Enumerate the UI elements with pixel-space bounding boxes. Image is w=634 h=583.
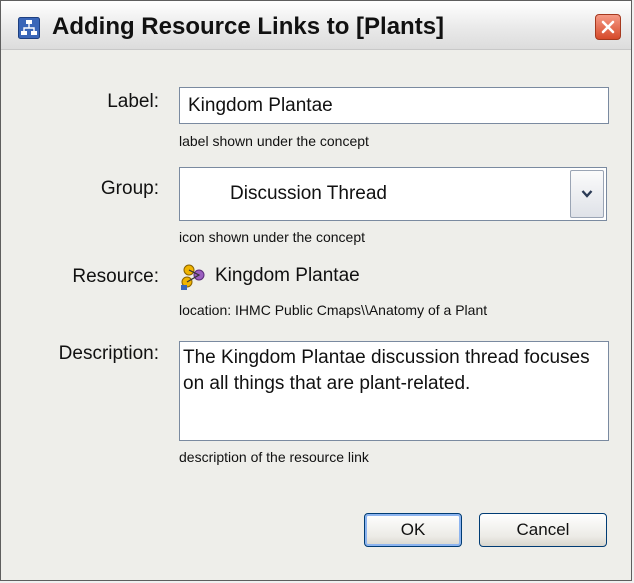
resource-name: Kingdom Plantae	[215, 265, 360, 286]
group-dropdown-button[interactable]	[570, 170, 604, 218]
cmap-app-icon	[18, 17, 40, 39]
close-icon	[601, 20, 615, 34]
close-button[interactable]	[595, 14, 621, 40]
resource-caption: Resource:	[72, 266, 159, 287]
group-hint: icon shown under the concept	[179, 229, 366, 245]
description-textarea[interactable]: The Kingdom Plantae discussion thread fo…	[179, 341, 609, 441]
cancel-button[interactable]: Cancel	[479, 513, 607, 547]
group-caption: Group:	[100, 178, 159, 199]
title-bar[interactable]: Adding Resource Links to [Plants]	[1, 1, 631, 50]
description-caption: Description:	[58, 343, 159, 364]
description-hint: description of the resource link	[179, 449, 369, 465]
group-selected-value: Discussion Thread	[230, 183, 388, 204]
label-hint: label shown under the concept	[179, 133, 369, 149]
label-input[interactable]: Kingdom Plantae	[179, 87, 609, 124]
dialog-title: Adding Resource Links to [Plants]	[52, 13, 445, 40]
concept-map-resource-icon	[179, 263, 207, 291]
dialog-window: Adding Resource Links to [Plants] Label:…	[0, 0, 632, 581]
resource-location: location: IHMC Public Cmaps\\Anatomy of …	[179, 302, 488, 318]
label-caption: Label:	[107, 91, 159, 112]
group-select[interactable]: Discussion Thread	[179, 167, 607, 221]
ok-button[interactable]: OK	[364, 513, 462, 547]
chevron-down-icon	[581, 190, 593, 198]
